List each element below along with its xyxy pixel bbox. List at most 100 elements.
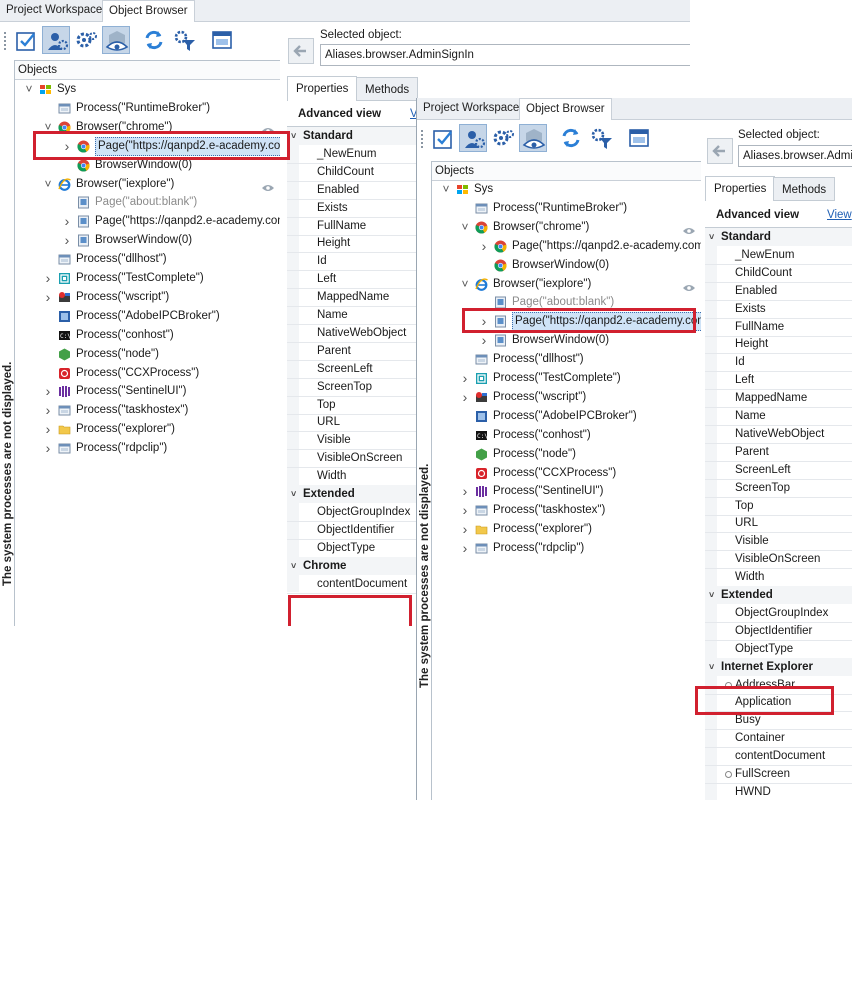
property-row[interactable]: ScreenTop	[705, 479, 852, 498]
eye-icon[interactable]	[261, 123, 275, 134]
collapse-arrow-icon[interactable]: ˅	[709, 586, 714, 604]
property-category[interactable]: ˅ Internet Explorer	[705, 657, 852, 676]
back-button[interactable]	[288, 38, 314, 64]
property-row[interactable]: Container	[705, 729, 852, 749]
collapse-arrow-icon[interactable]: ˅	[291, 485, 296, 503]
user-gear-button[interactable]	[42, 26, 70, 54]
tree-row[interactable]: › Process("TestComplete")	[42, 269, 281, 288]
eye-toggle-button[interactable]	[519, 124, 547, 152]
tree-row[interactable]: › Process("SentinelUI")	[42, 382, 281, 401]
tree-row[interactable]: Process("CCXProcess")	[459, 464, 702, 483]
tree-row[interactable]: C:\ Process("conhost")	[459, 426, 702, 445]
refresh-button[interactable]	[140, 26, 168, 54]
eye-icon[interactable]	[682, 280, 696, 291]
expand-arrow-icon[interactable]: ›	[478, 331, 490, 350]
expand-arrow-icon[interactable]: ›	[61, 231, 73, 250]
property-row[interactable]: Left	[705, 371, 852, 391]
property-row[interactable]: Exists	[705, 300, 852, 319]
property-category[interactable]: ˅ Extended	[705, 586, 852, 604]
tree-row[interactable]: ˅ Browser("iexplore")	[459, 275, 702, 294]
tree-row[interactable]: Process("node")	[459, 445, 702, 464]
eye-toggle-button[interactable]	[102, 26, 130, 54]
property-row[interactable]: ScreenLeft	[705, 461, 852, 480]
collapse-arrow-icon[interactable]: ˅	[440, 180, 452, 199]
tree-row[interactable]: › Process("wscript")	[42, 288, 281, 307]
expand-arrow-icon[interactable]: ›	[42, 401, 54, 420]
property-row[interactable]: Height	[705, 335, 852, 355]
expand-arrow-icon[interactable]: ›	[61, 212, 73, 231]
property-row[interactable]: ObjectGroupIndex	[705, 604, 852, 623]
collapse-arrow-icon[interactable]: ˅	[709, 228, 714, 246]
tree-row[interactable]: › Process("explorer")	[459, 520, 702, 539]
back-button[interactable]	[707, 138, 733, 164]
property-row[interactable]: Enabled	[287, 181, 417, 200]
tab-methods[interactable]: Methods	[773, 177, 836, 201]
tree-row[interactable]: › Process("taskhostex")	[42, 401, 281, 420]
tab-object-browser[interactable]: Object Browser	[519, 98, 612, 121]
tree-row[interactable]: BrowserWindow(0)	[478, 256, 702, 275]
property-row[interactable]: NativeWebObject	[705, 425, 852, 444]
property-row[interactable]: Name	[705, 407, 852, 426]
property-row[interactable]: Enabled	[705, 282, 852, 301]
property-row[interactable]: FullScreen	[705, 765, 852, 784]
tab-methods[interactable]: Methods	[356, 77, 419, 101]
property-row[interactable]: Left	[287, 270, 417, 290]
property-row[interactable]: Visible	[705, 532, 852, 552]
expand-arrow-icon[interactable]: ›	[459, 501, 471, 520]
tree-row[interactable]: › Process("wscript")	[459, 388, 702, 407]
property-row[interactable]: FullName	[287, 217, 417, 236]
tree-row[interactable]: Process("dllhost")	[459, 350, 702, 369]
collapse-arrow-icon[interactable]: ˅	[23, 80, 35, 99]
eye-icon[interactable]	[682, 223, 696, 234]
property-row[interactable]: Visible	[287, 431, 417, 451]
tree-row[interactable]: › Process("taskhostex")	[459, 501, 702, 520]
property-row[interactable]: MappedName	[287, 288, 417, 308]
property-row[interactable]: Exists	[287, 199, 417, 218]
expand-arrow-icon[interactable]: ›	[42, 288, 54, 307]
property-row[interactable]: Top	[705, 497, 852, 516]
property-row[interactable]: Parent	[705, 443, 852, 462]
property-row[interactable]: contentDocument	[705, 747, 852, 767]
property-row[interactable]: Height	[287, 234, 417, 254]
property-row[interactable]: Id	[705, 353, 852, 373]
checkbox-tree-button[interactable]	[12, 26, 40, 54]
tab-project-workspace[interactable]: Project Workspace	[417, 98, 525, 119]
tree-row[interactable]: › Page("https://qanpd2.e-academy.com,	[61, 212, 290, 231]
expand-arrow-icon[interactable]: ›	[459, 539, 471, 558]
property-row[interactable]: NativeWebObject	[287, 324, 417, 343]
expand-arrow-icon[interactable]: ›	[42, 420, 54, 439]
tree-row[interactable]: › Process("rdpclip")	[459, 539, 702, 558]
property-row[interactable]: VisibleOnScreen	[287, 449, 417, 469]
window-panel-button[interactable]	[208, 26, 236, 54]
tree-row[interactable]: C:\ Process("conhost")	[42, 326, 281, 345]
tree-row[interactable]: › Process("TestComplete")	[459, 369, 702, 388]
property-row[interactable]: VisibleOnScreen	[705, 550, 852, 570]
property-row[interactable]: URL	[287, 413, 417, 433]
collapse-arrow-icon[interactable]: ˅	[42, 175, 54, 194]
property-row[interactable]: Parent	[287, 342, 417, 361]
property-row[interactable]: Top	[287, 396, 417, 415]
expand-arrow-icon[interactable]: ›	[478, 237, 490, 256]
property-category[interactable]: ˅ Chrome	[287, 556, 417, 575]
refresh-button[interactable]	[557, 124, 585, 152]
tree-row[interactable]: ˅ Browser("iexplore")	[42, 175, 281, 194]
property-row[interactable]: Width	[287, 467, 417, 487]
property-row[interactable]: contentDocument	[287, 575, 417, 594]
property-row[interactable]: ObjectIdentifier	[705, 622, 852, 641]
property-row[interactable]: MappedName	[705, 389, 852, 409]
tree-row[interactable]: Process("node")	[42, 345, 281, 364]
collapse-arrow-icon[interactable]: ˅	[291, 127, 296, 145]
collapse-arrow-icon[interactable]: ˅	[291, 557, 296, 575]
filter-gear-button[interactable]	[170, 26, 198, 54]
property-row[interactable]: HWND	[705, 783, 852, 800]
tree-row[interactable]: › Process("rdpclip")	[42, 439, 281, 458]
tree-row[interactable]: › BrowserWindow(0)	[478, 331, 702, 350]
property-row[interactable]: _NewEnum	[705, 246, 852, 265]
expand-arrow-icon[interactable]: ›	[459, 482, 471, 501]
filter-gear-button[interactable]	[587, 124, 615, 152]
tree-row[interactable]: › Process("SentinelUI")	[459, 482, 702, 501]
property-row[interactable]: ObjectType	[705, 640, 852, 659]
tree-row[interactable]: › Page("https://qanpd2.e-academy.com	[478, 237, 704, 256]
expand-arrow-icon[interactable]: ›	[42, 439, 54, 458]
property-row[interactable]: ScreenTop	[287, 378, 417, 397]
